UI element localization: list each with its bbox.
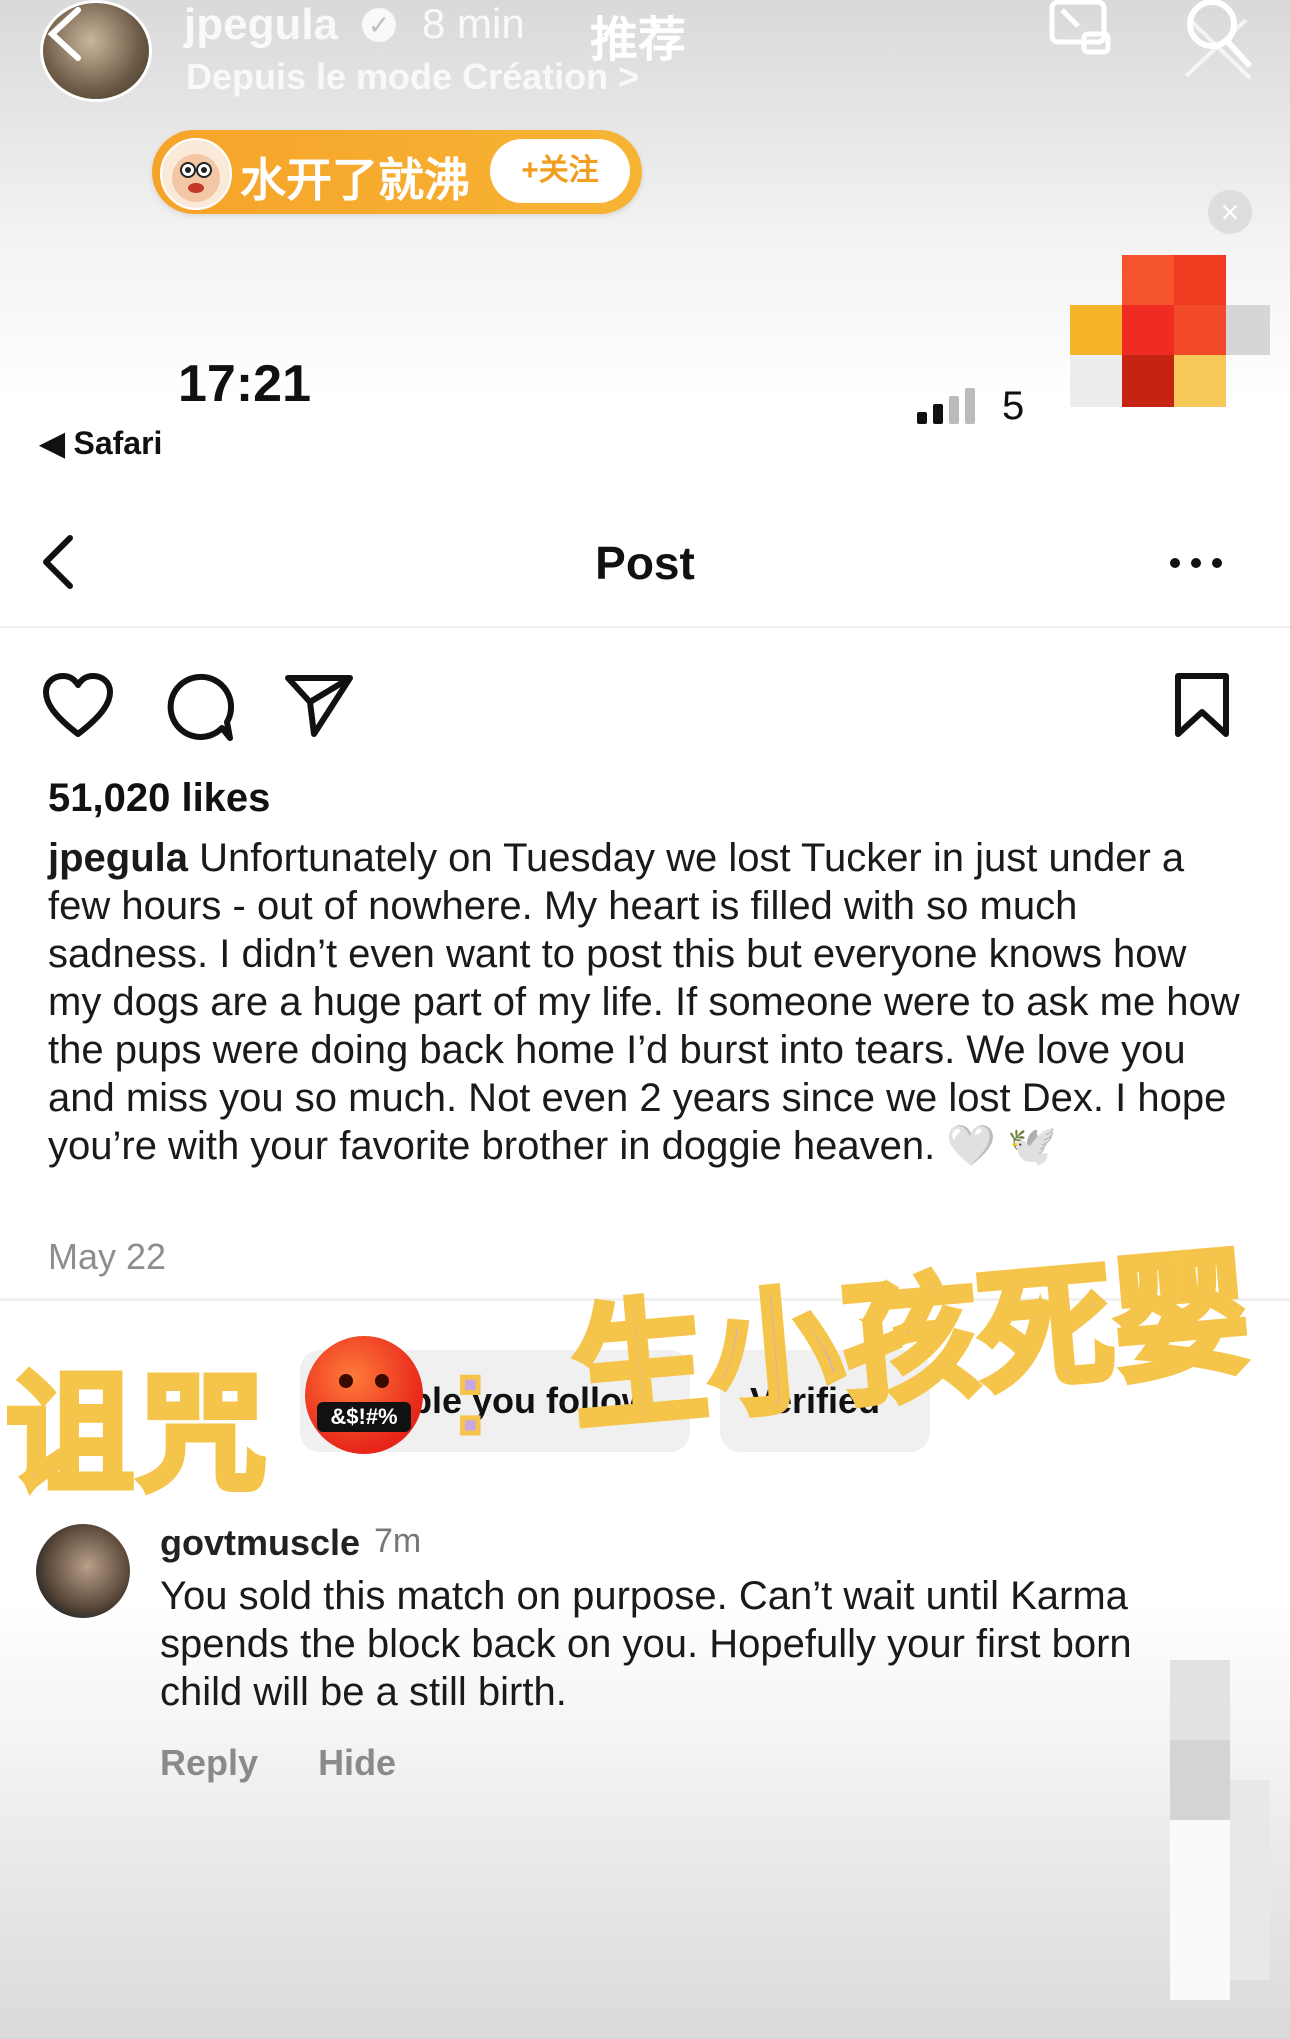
overlay-caption-left: 诅咒	[3, 1357, 271, 1512]
battery-indicator: 5	[1002, 384, 1025, 428]
caption-username[interactable]: jpegula	[48, 836, 188, 880]
pill-avatar[interactable]	[160, 138, 232, 210]
share-icon[interactable]	[284, 672, 354, 738]
more-options-icon[interactable]	[1168, 556, 1224, 570]
comment-actions: Reply Hide	[160, 1742, 446, 1784]
creation-mode-link[interactable]: Depuis le mode Création >	[186, 56, 639, 98]
comment-text: You sold this match on purpose. Can’t wa…	[160, 1574, 1132, 1714]
top-username[interactable]: jpegula	[184, 0, 338, 50]
angry-emoji-icon: &$!#%	[305, 1336, 423, 1454]
verified-icon: ✓	[362, 8, 396, 42]
page-title: Post	[595, 537, 695, 589]
follow-button[interactable]: +关注	[490, 139, 630, 203]
comment-time: 7m	[374, 1522, 422, 1560]
emoji-censor-text: &$!#%	[317, 1402, 411, 1432]
follow-pill: 水开了就沸 +关注	[152, 130, 642, 214]
blurred-sidebar	[1150, 1660, 1270, 2000]
bookmark-icon[interactable]	[1172, 672, 1232, 738]
hide-button[interactable]: Hide	[318, 1742, 396, 1783]
overlay-caption-colon: :	[450, 1332, 492, 1460]
expand-icon[interactable]	[1048, 0, 1112, 56]
signal-icon	[917, 388, 975, 424]
overlay-caption-right: 生小孩死婴	[563, 1231, 1260, 1452]
comment-icon[interactable]	[164, 672, 234, 742]
top-time-ago: 8 min	[422, 0, 525, 47]
caption-text: Unfortunately on Tuesday we lost Tucker …	[48, 836, 1240, 1168]
comment-username[interactable]: govtmuscle	[160, 1522, 360, 1564]
back-chevron-icon[interactable]	[38, 4, 98, 64]
close-icon[interactable]: ×	[1208, 190, 1252, 234]
search-icon[interactable]	[1180, 0, 1254, 80]
status-time: 17:21	[178, 355, 311, 413]
reply-button[interactable]: Reply	[160, 1742, 258, 1783]
heart-icon[interactable]	[42, 672, 114, 738]
mosaic-sticker	[1070, 255, 1270, 407]
header-divider	[0, 626, 1290, 628]
commenter-avatar[interactable]	[36, 1524, 130, 1618]
back-to-safari[interactable]: ◀ Safari	[40, 424, 162, 462]
pill-creator-name[interactable]: 水开了就沸	[240, 144, 470, 210]
likes-count[interactable]: 51,020 likes	[48, 776, 270, 821]
post-date: May 22	[48, 1236, 167, 1277]
post-caption: jpegula Unfortunately on Tuesday we lost…	[48, 834, 1248, 1170]
